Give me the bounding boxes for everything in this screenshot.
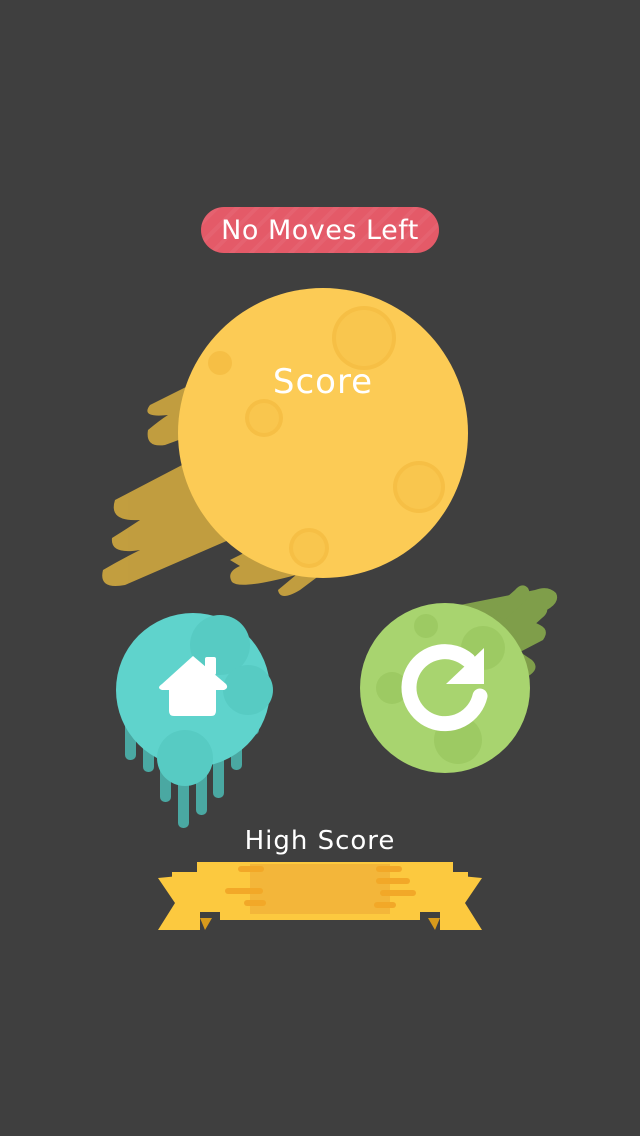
score-label: Score bbox=[272, 362, 374, 402]
no-moves-left-banner: No Moves Left bbox=[201, 207, 439, 253]
restart-button[interactable] bbox=[360, 603, 530, 773]
status-message: No Moves Left bbox=[221, 214, 419, 246]
high-score-ribbon bbox=[158, 862, 482, 930]
game-over-scene bbox=[102, 288, 558, 930]
score-moon bbox=[178, 288, 468, 578]
high-score-label: High Score bbox=[244, 826, 396, 856]
home-button[interactable] bbox=[116, 613, 273, 786]
